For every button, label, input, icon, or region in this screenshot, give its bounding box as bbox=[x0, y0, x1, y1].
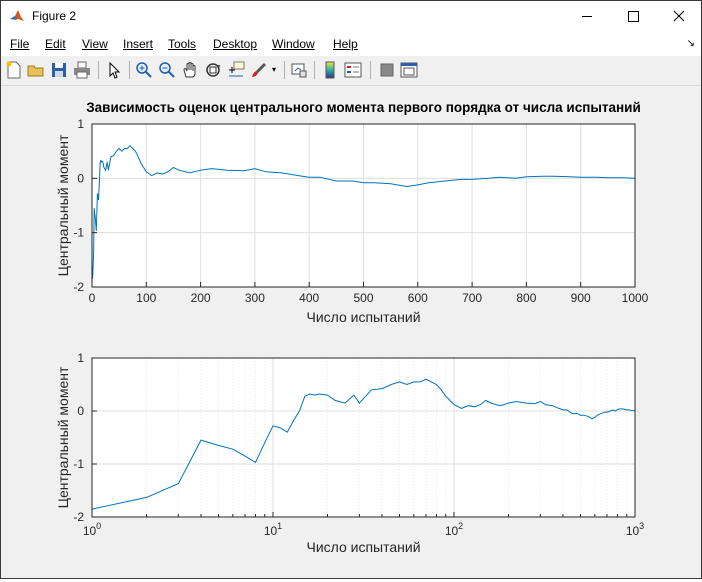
link-plot-icon[interactable] bbox=[290, 61, 308, 79]
x-tick-label: 101 bbox=[264, 521, 282, 538]
zoom-out-icon[interactable] bbox=[158, 61, 176, 79]
x-tick-label: 300 bbox=[245, 291, 265, 305]
menu-tools[interactable]: Tools bbox=[168, 37, 196, 51]
y-tick-label: -1 bbox=[73, 457, 84, 471]
x-tick-label: 700 bbox=[462, 291, 482, 305]
menu-desktop[interactable]: Desktop bbox=[213, 37, 257, 51]
x-tick-exponent: 0 bbox=[96, 521, 101, 531]
x-tick-label: 200 bbox=[191, 291, 211, 305]
x-axis-label-bottom: Число испытаний bbox=[306, 539, 420, 555]
matlab-logo-icon bbox=[9, 8, 25, 24]
print-icon[interactable] bbox=[73, 61, 91, 79]
rotate-3d-icon[interactable] bbox=[204, 61, 222, 79]
menu-insert[interactable]: Insert bbox=[123, 37, 153, 51]
select-arrow-icon[interactable] bbox=[105, 61, 123, 79]
x-tick-exponent: 1 bbox=[277, 521, 282, 531]
minimize-button[interactable] bbox=[564, 1, 610, 32]
zoom-in-icon[interactable] bbox=[135, 61, 153, 79]
y-tick-label: 1 bbox=[77, 117, 84, 131]
axes-top[interactable]: 0 100 200 300 400 500 600 700 800 900 1000 -2 -1 0 1 З… bbox=[55, 100, 649, 325]
maximize-icon bbox=[628, 11, 639, 22]
x-axis-label-top-visible: Число испытаний bbox=[306, 309, 420, 325]
axes-bottom[interactable]: 100 101 102 103-2-101 Число испытаний Центр… bbox=[55, 351, 644, 555]
hide-plot-tools-icon[interactable] bbox=[378, 61, 396, 79]
x-tick-exponent: 2 bbox=[458, 521, 463, 531]
toolbar-separator bbox=[314, 61, 315, 79]
menu-window[interactable]: Window bbox=[272, 37, 315, 51]
x-tick-label: 800 bbox=[516, 291, 536, 305]
x-tick-label: 900 bbox=[571, 291, 591, 305]
open-file-icon[interactable] bbox=[27, 61, 45, 79]
new-figure-icon[interactable] bbox=[5, 61, 23, 79]
close-button[interactable] bbox=[656, 1, 702, 32]
x-tick-label: 500 bbox=[353, 291, 373, 305]
x-tick-label: 600 bbox=[408, 291, 428, 305]
pan-hand-icon[interactable] bbox=[181, 61, 199, 79]
x-tick-label: 1000 bbox=[622, 291, 649, 305]
data-cursor-icon[interactable] bbox=[227, 61, 245, 79]
x-tick-label: 103 bbox=[626, 521, 644, 538]
toolbar-separator bbox=[370, 61, 371, 79]
menu-edit[interactable]: Edit bbox=[45, 37, 66, 51]
close-icon bbox=[673, 10, 685, 22]
x-tick-label: 100 bbox=[136, 291, 156, 305]
window-title: Figure 2 bbox=[32, 9, 77, 23]
y-tick-label: -2 bbox=[73, 510, 84, 524]
menu-help[interactable]: Help bbox=[333, 37, 358, 51]
axes-bottom-background bbox=[92, 358, 635, 517]
x-tick-exponent: 3 bbox=[639, 521, 644, 531]
toolbar-separator bbox=[284, 61, 285, 79]
x-tick-label: 0 bbox=[89, 291, 96, 305]
menu-overflow-icon[interactable]: ↘ bbox=[687, 38, 695, 49]
y-axis-label-bottom: Центральный момент bbox=[55, 366, 71, 508]
x-tick-label: 100 bbox=[83, 521, 101, 538]
toolbar-separator bbox=[129, 61, 130, 79]
maximize-button[interactable] bbox=[610, 1, 656, 32]
chart-title: Зависимость оценок центрального момента … bbox=[86, 100, 641, 115]
menu-bar: File Edit View Insert Tools Desktop Wind… bbox=[1, 32, 701, 56]
legend-icon[interactable] bbox=[344, 61, 362, 79]
brush-dropdown-icon[interactable]: ▾ bbox=[272, 65, 276, 74]
y-tick-label: -2 bbox=[73, 280, 84, 294]
y-tick-label: 0 bbox=[77, 404, 84, 418]
save-icon[interactable] bbox=[50, 61, 68, 79]
title-bar[interactable]: Figure 2 bbox=[1, 1, 701, 32]
brush-icon[interactable] bbox=[250, 61, 268, 79]
figure-canvas: 0 100 200 300 400 500 600 700 800 900 1000 -2 -1 0 1 З… bbox=[1, 86, 701, 578]
show-plot-tools-icon[interactable] bbox=[400, 61, 418, 79]
y-axis-label-top: Центральный момент bbox=[55, 134, 71, 276]
colorbar-icon[interactable] bbox=[321, 61, 339, 79]
y-tick-label: -1 bbox=[73, 226, 84, 240]
y-tick-label: 0 bbox=[77, 171, 84, 185]
x-tick-label: 400 bbox=[299, 291, 319, 305]
x-tick-label: 102 bbox=[445, 521, 463, 538]
toolbar: ▾ bbox=[1, 56, 701, 86]
y-tick-label: 1 bbox=[77, 351, 84, 365]
figure-plots: 0 100 200 300 400 500 600 700 800 900 1000-2-101 З… bbox=[55, 100, 649, 555]
toolbar-separator bbox=[98, 61, 99, 79]
menu-view[interactable]: View bbox=[82, 37, 108, 51]
minimize-icon bbox=[582, 16, 592, 17]
menu-file[interactable]: File bbox=[10, 37, 29, 51]
figure-window: Figure 2 File Edit View Insert Tools Des… bbox=[0, 0, 702, 579]
